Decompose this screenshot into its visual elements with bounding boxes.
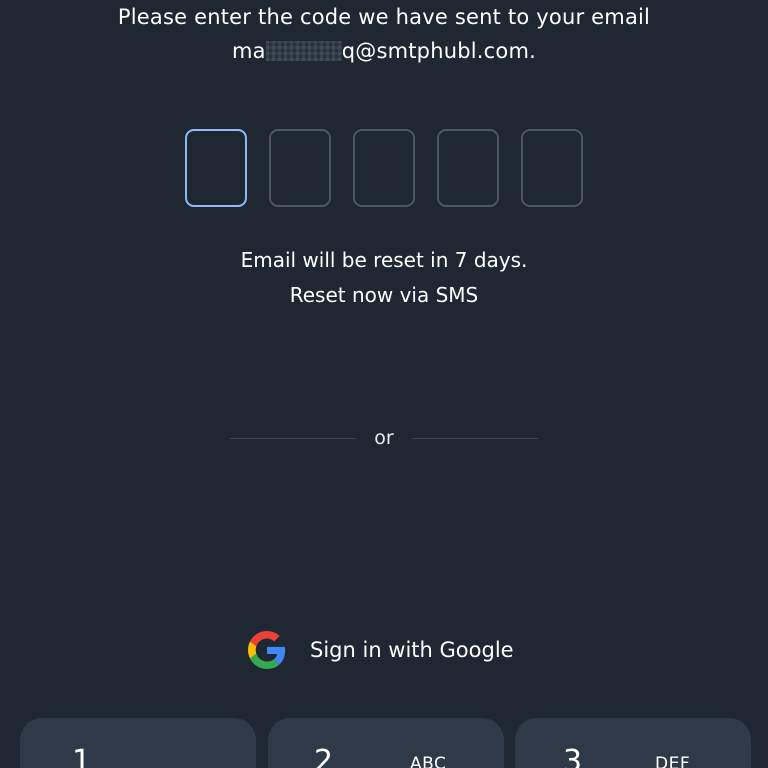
google-g-icon — [248, 631, 286, 669]
reset-via-sms-link[interactable]: Reset now via SMS — [0, 278, 768, 313]
key-1[interactable]: 1 — [20, 718, 256, 768]
masked-email: ma q@smtphubl.com. — [0, 34, 768, 68]
email-prefix: ma — [231, 39, 266, 63]
reset-info: Email will be reset in 7 days. Reset now… — [0, 243, 768, 313]
divider-line-left — [230, 437, 356, 439]
google-button-label: Sign in with Google — [310, 638, 514, 662]
verification-screen: Please enter the code we have sent to yo… — [0, 0, 768, 768]
key-digit: 1 — [72, 744, 92, 768]
sign-in-with-google-button[interactable]: Sign in with Google — [248, 628, 528, 672]
divider-label: or — [374, 427, 394, 449]
code-digit-box-4[interactable] — [437, 129, 499, 207]
code-digit-box-2[interactable] — [269, 129, 331, 207]
divider-line-right — [412, 437, 538, 439]
email-suffix: q@smtphubl.com. — [341, 39, 536, 63]
numeric-keypad: 1 2 ABC 3 DEF — [20, 718, 751, 768]
email-redaction — [265, 41, 342, 61]
key-digit: 3 — [563, 744, 583, 768]
code-digit-box-1[interactable] — [185, 129, 247, 207]
code-digit-box-3[interactable] — [353, 129, 415, 207]
code-digit-box-5[interactable] — [521, 129, 583, 207]
or-divider: or — [230, 426, 538, 450]
key-digit: 2 — [314, 744, 334, 768]
instruction-text: Please enter the code we have sent to yo… — [0, 0, 768, 68]
reset-countdown-text: Email will be reset in 7 days. — [240, 248, 528, 272]
instruction-line: Please enter the code we have sent to yo… — [117, 5, 651, 29]
key-letters: ABC — [410, 754, 447, 768]
key-3[interactable]: 3 DEF — [515, 718, 751, 768]
key-2[interactable]: 2 ABC — [268, 718, 504, 768]
code-input-row — [185, 129, 583, 209]
key-letters: DEF — [655, 754, 691, 768]
